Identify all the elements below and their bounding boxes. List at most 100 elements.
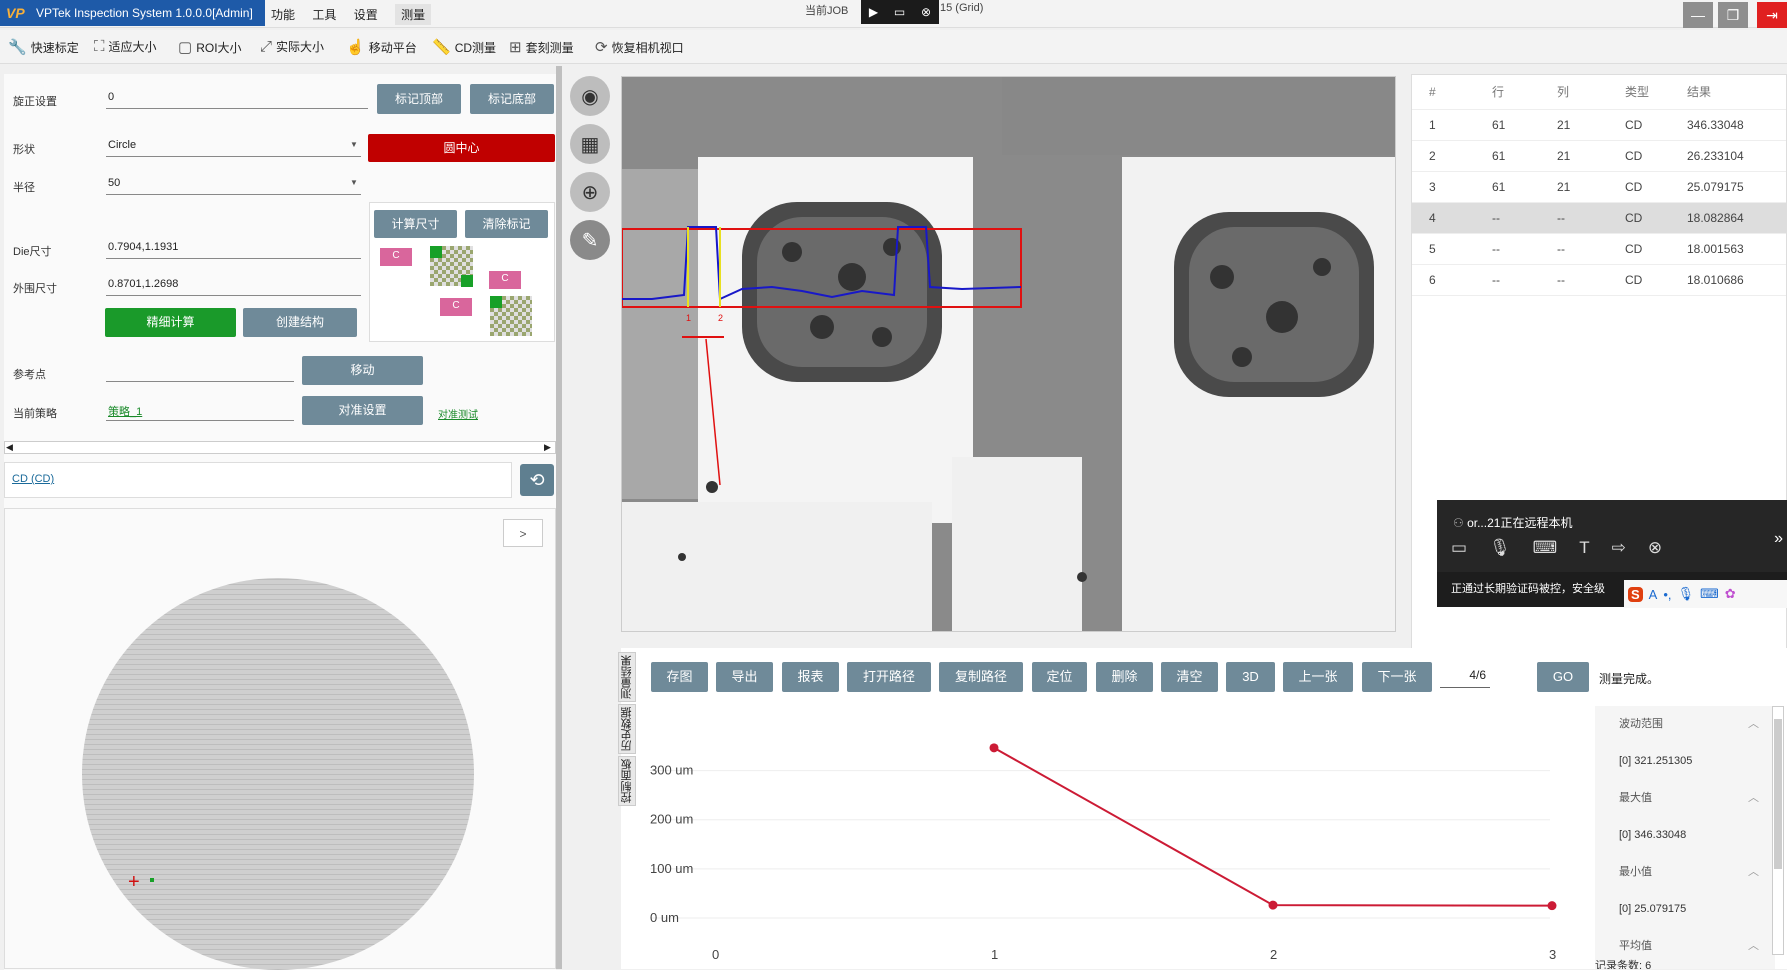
- move-stage-button[interactable]: ☝ 移动平台: [346, 38, 417, 56]
- mark-top-button[interactable]: 标记顶部: [377, 84, 461, 114]
- go-button[interactable]: GO: [1537, 662, 1589, 692]
- shape-select[interactable]: Circle: [106, 137, 361, 157]
- camera-icon[interactable]: ◉: [570, 76, 610, 116]
- data-point[interactable]: [1268, 900, 1278, 910]
- menu-tools[interactable]: 工具: [312, 6, 336, 23]
- table-row[interactable]: 1 61 21 CD 346.33048: [1412, 109, 1786, 141]
- tab-control-panel[interactable]: 控制面板: [618, 756, 636, 806]
- cd-item-link[interactable]: CD (CD): [12, 473, 54, 485]
- outer-size-input[interactable]: 0.8701,1.2698: [106, 276, 361, 296]
- table-row[interactable]: 2 61 21 CD 26.233104: [1412, 140, 1786, 172]
- horizontal-scrollbar[interactable]: [4, 441, 556, 454]
- restore-viewport-button[interactable]: ⟳ 恢复相机视口: [595, 38, 684, 56]
- menu-settings[interactable]: 设置: [354, 6, 378, 23]
- fit-size-button[interactable]: ⛶ 适应大小: [94, 38, 157, 55]
- close-icon[interactable]: ⊗: [921, 5, 931, 19]
- file-transfer-icon[interactable]: ⇨: [1612, 538, 1626, 558]
- camera-image-view[interactable]: 1 2: [621, 76, 1396, 632]
- microphone-icon[interactable]: 🎙: [1489, 538, 1511, 558]
- panel-splitter[interactable]: [556, 66, 562, 969]
- report-button[interactable]: 报表: [782, 662, 839, 692]
- screen-icon[interactable]: ▭: [894, 5, 905, 19]
- move-button[interactable]: 移动: [302, 356, 423, 385]
- current-job-label: 当前JOB: [805, 5, 849, 17]
- calc-size-button[interactable]: 计算尺寸: [374, 210, 457, 238]
- mark-bottom-button[interactable]: 标记底部: [470, 84, 554, 114]
- exit-button[interactable]: ⇥: [1757, 2, 1787, 28]
- table-row[interactable]: 6 -- -- CD 18.010686: [1412, 264, 1786, 296]
- table-row-selected[interactable]: 4 -- -- CD 18.082864: [1412, 202, 1786, 234]
- overlay-measure-button[interactable]: ⊞ 套刻测量: [509, 38, 574, 56]
- cd-measure-button[interactable]: 📏 CD测量: [432, 38, 496, 56]
- sogou-icon[interactable]: S: [1628, 586, 1643, 602]
- stat-max-label[interactable]: 最大值 ︿: [1595, 780, 1775, 817]
- minimize-button[interactable]: —: [1683, 2, 1713, 28]
- tab-measure-results[interactable]: 测量结果: [618, 652, 636, 702]
- create-structure-button[interactable]: 创建结构: [243, 308, 357, 337]
- previous-button[interactable]: 上一张: [1283, 662, 1353, 692]
- fine-calc-button[interactable]: 精细计算: [105, 308, 236, 337]
- stat-max-value: [0] 346.33048: [1619, 829, 1687, 841]
- rotation-input[interactable]: 0: [106, 89, 368, 109]
- measure-chart: 300 um 200 um 100 um 0 um 0 1 2 3: [650, 743, 1557, 962]
- wafer-map[interactable]: [82, 578, 474, 970]
- keyboard-icon[interactable]: ⌨: [1533, 538, 1558, 558]
- rotation-label: 旋正设置: [13, 96, 57, 108]
- roi-size-button[interactable]: ▢ ROI大小: [178, 38, 242, 56]
- chat-icon[interactable]: ▭: [1451, 538, 1467, 558]
- stats-scrollbar[interactable]: [1772, 706, 1784, 955]
- open-path-button[interactable]: 打开路径: [847, 662, 931, 692]
- ime-voice-icon[interactable]: 🎙: [1678, 586, 1695, 602]
- ref-point-select[interactable]: [106, 362, 294, 382]
- x-tick-label: 1: [991, 947, 998, 962]
- ime-lang-icon[interactable]: A: [1649, 587, 1658, 602]
- stat-range-label[interactable]: 波动范围 ︿: [1595, 706, 1775, 743]
- ruler-icon: 📏: [432, 39, 451, 56]
- scroll-left-icon[interactable]: ◀: [6, 442, 13, 453]
- page-input[interactable]: 4/6: [1440, 668, 1490, 688]
- copy-path-button[interactable]: 复制路径: [939, 662, 1023, 692]
- disconnect-icon[interactable]: ⊗: [1648, 538, 1662, 558]
- export-button[interactable]: 导出: [716, 662, 773, 692]
- ime-punct-icon[interactable]: •,: [1663, 587, 1671, 602]
- next-button[interactable]: 下一张: [1362, 662, 1432, 692]
- table-row[interactable]: 3 61 21 CD 25.079175: [1412, 171, 1786, 203]
- data-point[interactable]: [1547, 901, 1557, 911]
- actual-size-button[interactable]: ⤢ 实际大小: [260, 38, 324, 55]
- delete-button[interactable]: 删除: [1096, 662, 1153, 692]
- position-cross-icon: +: [128, 871, 140, 893]
- wrench-icon: 🔧: [8, 39, 27, 56]
- table-row[interactable]: 5 -- -- CD 18.001563: [1412, 233, 1786, 265]
- ime-keyboard-icon[interactable]: ⌨: [1700, 586, 1719, 602]
- radius-select[interactable]: 50: [106, 175, 361, 195]
- save-image-button[interactable]: 存图: [651, 662, 708, 692]
- align-settings-button[interactable]: 对准设置: [302, 396, 423, 425]
- quick-calibrate-button[interactable]: 🔧 快速标定: [8, 38, 79, 56]
- scroll-right-icon[interactable]: ▶: [544, 442, 551, 453]
- play-icon[interactable]: ▶: [869, 5, 878, 19]
- ime-skin-icon[interactable]: ✿: [1725, 586, 1736, 602]
- locate-button[interactable]: 定位: [1032, 662, 1087, 692]
- stat-min-label[interactable]: 最小值 ︿: [1595, 854, 1775, 891]
- target-grid-icon[interactable]: ⊕: [570, 172, 610, 212]
- measure-tool-icon[interactable]: ✎: [570, 220, 610, 260]
- circle-center-button[interactable]: 圆中心: [368, 134, 555, 162]
- grid-icon[interactable]: ▦: [570, 124, 610, 164]
- tab-history[interactable]: 历史数据: [618, 704, 636, 754]
- refresh-icon[interactable]: ⟲: [520, 464, 554, 496]
- clear-button[interactable]: 清空: [1161, 662, 1218, 692]
- data-point[interactable]: [989, 743, 999, 753]
- die-size-input[interactable]: 0.7904,1.1931: [106, 239, 361, 259]
- align-test-link[interactable]: 对准测试: [438, 406, 478, 421]
- 3d-button[interactable]: 3D: [1226, 662, 1275, 692]
- chevron-up-icon: ︿: [1748, 940, 1759, 952]
- strategy-input[interactable]: 策略_1: [106, 401, 294, 421]
- menu-measure[interactable]: 测量: [395, 4, 432, 25]
- text-icon[interactable]: T: [1579, 538, 1589, 558]
- maximize-button[interactable]: ❐: [1718, 2, 1748, 28]
- chevron-up-icon: ︿: [1748, 866, 1759, 878]
- expand-panel-button[interactable]: >: [503, 519, 543, 547]
- menu-function[interactable]: 功能: [271, 6, 295, 23]
- collapse-icon[interactable]: »: [1774, 530, 1783, 548]
- clear-marks-button[interactable]: 清除标记: [465, 210, 548, 238]
